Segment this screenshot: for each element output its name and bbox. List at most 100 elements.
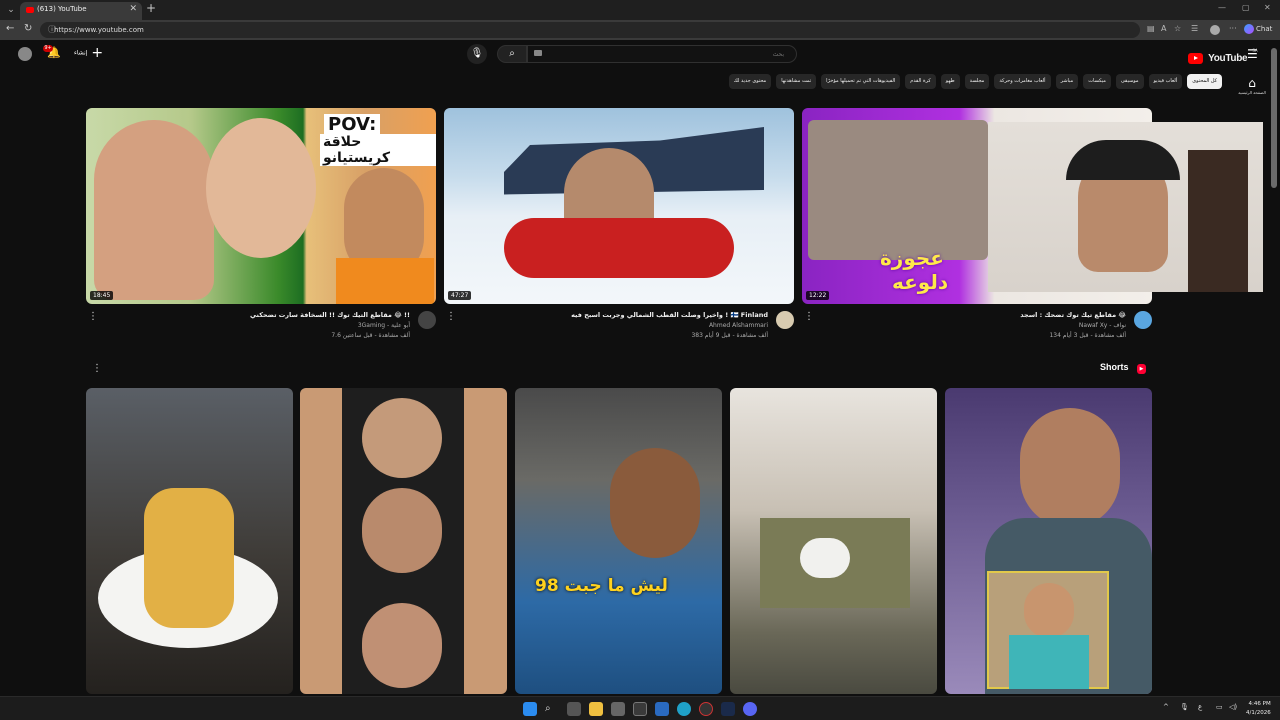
- chat-label: Chat: [1256, 25, 1273, 33]
- short-card[interactable]: [86, 388, 293, 694]
- more-options-icon[interactable]: ⋮: [804, 311, 814, 322]
- keyboard-icon[interactable]: [534, 50, 542, 56]
- address-bar[interactable]: ⓘ https://www.youtube.com: [40, 22, 1140, 38]
- guide-home-item[interactable]: ⌂ الصفحة الرئيسية: [1236, 76, 1268, 102]
- chip-live[interactable]: مباشر: [1055, 74, 1079, 89]
- favorite-star-icon[interactable]: ☆: [1174, 24, 1181, 33]
- app-icon[interactable]: [633, 702, 647, 716]
- channel-name[interactable]: 3Gaming - أبو علية: [358, 322, 410, 329]
- short-card[interactable]: [300, 388, 507, 694]
- tray-chevron-icon[interactable]: ^: [1163, 703, 1169, 711]
- discord-icon[interactable]: [743, 702, 757, 716]
- maximize-icon[interactable]: ▢: [1242, 3, 1250, 12]
- voice-search-mic-icon[interactable]: 🎙: [467, 44, 487, 64]
- channel-avatar[interactable]: [776, 311, 794, 329]
- chip-new-to-you[interactable]: محتوى جديد لك: [728, 74, 772, 89]
- video-card[interactable]: POV: حلاقة كريستيانو 18:45 مقاطع التيك ت…: [86, 108, 436, 349]
- short-card[interactable]: [730, 388, 937, 694]
- search-icon[interactable]: ⌕: [497, 45, 527, 63]
- video-thumbnail[interactable]: 47:27: [444, 108, 794, 304]
- thumb-hair-shape: [1066, 140, 1180, 180]
- create-button[interactable]: إنشاء +: [74, 46, 103, 62]
- thumb-pov-text: POV:: [324, 114, 381, 135]
- tab-list-icon[interactable]: ⌄: [4, 3, 18, 17]
- windows-taskbar: ⌕ ^ 🎙 ع ▭ ◁) 4:46 PM 4/1/2026: [0, 696, 1280, 720]
- app-icon[interactable]: [699, 702, 713, 716]
- thumb-person-shape: [800, 538, 850, 578]
- chip-watched[interactable]: تمت مشاهدتها: [776, 74, 817, 89]
- short-card[interactable]: [945, 388, 1152, 694]
- filter-chips-bar: كل المحتوى ألعاب فيديو موسيقى ميكسات مبا…: [728, 74, 1222, 89]
- shorts-more-options-icon[interactable]: ⋮: [92, 363, 102, 374]
- app-icon[interactable]: [611, 702, 625, 716]
- steam-icon[interactable]: [721, 702, 735, 716]
- reload-icon[interactable]: ↻: [24, 23, 32, 34]
- hover-preview[interactable]: [988, 122, 1263, 292]
- channel-name[interactable]: Ahmed Alshammari: [709, 322, 768, 329]
- browser-tab[interactable]: (613) YouTube ✕: [20, 2, 142, 20]
- video-title[interactable]: واخيرا وصلت القطب الشمالي وجربت اسبح فيه…: [571, 311, 768, 319]
- thumb-inset-frame: [987, 571, 1109, 689]
- close-tab-icon[interactable]: ✕: [129, 4, 137, 14]
- channel-avatar[interactable]: [418, 311, 436, 329]
- copilot-chat-button[interactable]: Chat: [1244, 24, 1272, 34]
- hamburger-menu-icon[interactable]: ☰: [1247, 47, 1258, 61]
- chip-action-adventure[interactable]: ألعاب مغامرات وحركة: [994, 74, 1051, 89]
- more-options-icon[interactable]: ⋮: [446, 311, 456, 322]
- thumb-face-shape: [1020, 408, 1120, 528]
- search-input[interactable]: [527, 45, 797, 63]
- short-card[interactable]: ليش ما جبت 98: [515, 388, 722, 694]
- read-aloud-icon[interactable]: A: [1161, 24, 1166, 33]
- notification-count-badge: 9+: [43, 45, 53, 52]
- language-tray-icon[interactable]: ع: [1198, 703, 1202, 711]
- thumb-face-shape: [94, 120, 214, 300]
- video-duration: 47:27: [448, 291, 472, 300]
- chip-all[interactable]: كل المحتوى: [1187, 74, 1222, 89]
- channel-avatar[interactable]: [1134, 311, 1152, 329]
- back-icon[interactable]: ←: [6, 23, 14, 34]
- chip-cooking[interactable]: طهو: [940, 74, 960, 89]
- channel-name[interactable]: Nawaf Xy - نواف: [1079, 322, 1126, 329]
- file-explorer-icon[interactable]: [589, 702, 603, 716]
- video-meta: مقاطع تيك توك تضحك : اسجد 😂 Nawaf Xy - ن…: [802, 309, 1152, 349]
- thumb-old-woman-text: عجوزة: [880, 246, 944, 270]
- scrollbar-thumb[interactable]: [1271, 48, 1277, 188]
- start-icon[interactable]: [523, 702, 537, 716]
- new-tab-icon[interactable]: +: [146, 1, 156, 15]
- thumb-shirt-shape: [1009, 635, 1089, 689]
- video-thumbnail[interactable]: POV: حلاقة كريستيانو 18:45: [86, 108, 436, 304]
- favorites-icon[interactable]: ☰: [1191, 24, 1198, 33]
- chip-gaming[interactable]: ألعاب فيديو: [1148, 74, 1183, 89]
- chip-recently-uploaded[interactable]: الفيديوهات التي تم تحميلها مؤخرًا: [821, 74, 901, 89]
- chip-majlis[interactable]: مجلسة: [964, 74, 990, 89]
- more-options-icon[interactable]: ⋮: [88, 311, 98, 322]
- chip-music[interactable]: موسيقى: [1115, 74, 1144, 89]
- app-icon[interactable]: [655, 702, 669, 716]
- clock[interactable]: 4:46 PM 4/1/2026: [1246, 700, 1271, 718]
- volume-tray-icon[interactable]: ◁): [1229, 703, 1237, 711]
- more-icon[interactable]: ···: [1229, 24, 1237, 33]
- chip-football[interactable]: كرة القدم: [905, 74, 936, 89]
- logo-text: YouTube: [1208, 53, 1248, 64]
- url-text: https://www.youtube.com: [54, 26, 144, 34]
- video-title[interactable]: مقاطع التيك توك !! السخافة سارت تضحكني 😂…: [250, 311, 410, 319]
- thumb-face-shape: [1024, 583, 1074, 638]
- browser-tabbar: ⌄ (613) YouTube ✕ + — ▢ ✕: [0, 0, 1280, 20]
- page-scrollbar[interactable]: [1268, 40, 1280, 694]
- tab-title: (613) YouTube: [37, 5, 87, 13]
- minimize-icon[interactable]: —: [1218, 3, 1226, 12]
- profile-icon[interactable]: [1210, 25, 1220, 35]
- search-taskbar-icon[interactable]: ⌕: [545, 702, 559, 716]
- network-tray-icon[interactable]: ▭: [1216, 703, 1223, 711]
- video-card[interactable]: 47:27 واخيرا وصلت القطب الشمالي وجربت اس…: [444, 108, 794, 349]
- short-overlay-text: ليش ما جبت 98: [535, 576, 668, 596]
- mic-tray-icon[interactable]: 🎙: [1180, 703, 1189, 711]
- task-view-icon[interactable]: [567, 702, 581, 716]
- plus-icon: +: [91, 45, 104, 61]
- reader-icon[interactable]: ▤: [1147, 24, 1155, 33]
- chip-mixes[interactable]: ميكسات: [1083, 74, 1111, 89]
- account-avatar[interactable]: [18, 47, 32, 61]
- video-title[interactable]: مقاطع تيك توك تضحك : اسجد 😂: [1020, 311, 1126, 319]
- close-window-icon[interactable]: ✕: [1264, 3, 1271, 12]
- edge-browser-icon[interactable]: [677, 702, 691, 716]
